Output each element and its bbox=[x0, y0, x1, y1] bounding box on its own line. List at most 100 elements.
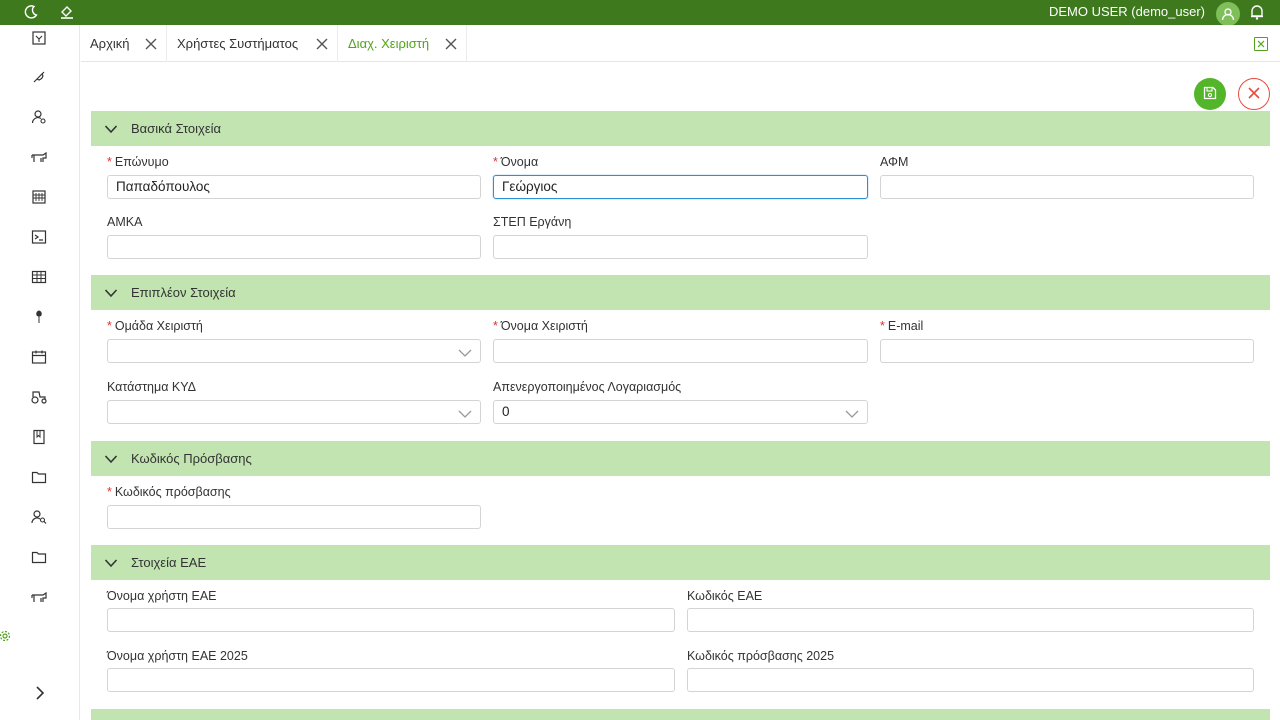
eae-code-label: Κωδικός ΕΑΕ bbox=[687, 589, 763, 603]
save-button[interactable] bbox=[1194, 78, 1226, 110]
next-section-header[interactable] bbox=[91, 709, 1270, 720]
moon-icon[interactable] bbox=[22, 3, 40, 21]
username-field[interactable] bbox=[493, 339, 868, 363]
amka-label: ΑΜΚΑ bbox=[107, 215, 143, 229]
calendar-icon[interactable] bbox=[29, 347, 49, 367]
password-field[interactable] bbox=[107, 505, 481, 529]
eae-code-field[interactable] bbox=[687, 608, 1254, 632]
tab-bar: Αρχική Χρήστες Συστήματος Διαχ. Χειριστή bbox=[81, 25, 1280, 62]
label-text: Κωδικός πρόσβασης bbox=[114, 485, 231, 499]
book-icon[interactable] bbox=[29, 427, 49, 447]
terminal-icon[interactable] bbox=[29, 227, 49, 247]
close-button[interactable] bbox=[1238, 78, 1270, 110]
section-password-header[interactable]: Κωδικός Πρόσβασης bbox=[91, 441, 1270, 476]
user-search-icon[interactable] bbox=[29, 107, 49, 127]
plant-icon[interactable] bbox=[29, 307, 49, 327]
chevron-down-icon[interactable] bbox=[104, 286, 118, 300]
close-icon[interactable] bbox=[315, 37, 329, 51]
tab-label: Αρχική bbox=[90, 36, 130, 51]
label-text: Επώνυμο bbox=[114, 155, 169, 169]
tab-label: Διαχ. Χειριστή bbox=[348, 36, 430, 51]
required-marker: * bbox=[880, 319, 885, 333]
sidebar bbox=[0, 25, 80, 720]
top-bar: DEMO USER (demo_user) bbox=[0, 0, 1280, 26]
tab-home[interactable]: Αρχική bbox=[81, 25, 167, 62]
store-select[interactable] bbox=[107, 400, 481, 424]
required-marker: * bbox=[107, 485, 112, 499]
eae-user-2025-label: Όνομα χρήστη ΕΑΕ 2025 bbox=[107, 649, 248, 663]
folder-icon[interactable] bbox=[29, 467, 49, 487]
afm-field[interactable] bbox=[880, 175, 1254, 199]
label-text: E-mail bbox=[887, 319, 924, 333]
label-text: Όνομα Χειριστή bbox=[500, 319, 588, 333]
password-label: * Κωδικός πρόσβασης bbox=[107, 485, 231, 499]
chevron-down-icon[interactable] bbox=[104, 122, 118, 136]
username-label: * Όνομα Χειριστή bbox=[493, 319, 588, 333]
chevron-down-icon bbox=[458, 346, 472, 357]
disabled-label: Απενεργοποιημένος Λογαριασμός bbox=[493, 380, 682, 394]
email-field[interactable] bbox=[880, 339, 1254, 363]
group-select[interactable] bbox=[107, 339, 481, 363]
building-icon[interactable] bbox=[29, 187, 49, 207]
save-icon bbox=[1203, 86, 1217, 103]
chevron-down-icon bbox=[458, 407, 472, 418]
eae-pass-2025-label: Κωδικός πρόσβασης 2025 bbox=[687, 649, 835, 663]
label-text: Ομάδα Χειριστή bbox=[114, 319, 203, 333]
tab-system-users[interactable]: Χρήστες Συστήματος bbox=[168, 25, 338, 62]
close-icon[interactable] bbox=[444, 37, 458, 51]
livestock-icon[interactable] bbox=[29, 147, 49, 167]
section-basic-header[interactable]: Βασικά Στοιχεία bbox=[91, 111, 1270, 146]
bell-icon[interactable] bbox=[1248, 3, 1266, 21]
email-label: * E-mail bbox=[880, 319, 923, 333]
step-label: ΣΤΕΠ Εργάνη bbox=[493, 215, 572, 229]
surname-field[interactable]: Παπαδόπουλος bbox=[107, 175, 481, 199]
chevron-right-icon[interactable] bbox=[32, 684, 48, 702]
name-label: * Όνομα bbox=[493, 155, 538, 169]
afm-label: ΑΦΜ bbox=[880, 155, 909, 169]
required-marker: * bbox=[107, 155, 112, 169]
tractor-icon[interactable] bbox=[29, 387, 49, 407]
name-field[interactable]: Γεώργιος bbox=[493, 175, 868, 199]
step-field[interactable] bbox=[493, 235, 868, 259]
group-label: * Ομάδα Χειριστή bbox=[107, 319, 203, 333]
tab-label: Χρήστες Συστήματος bbox=[177, 36, 299, 51]
users-search-icon[interactable] bbox=[29, 507, 49, 527]
eae-user-2025-field[interactable] bbox=[107, 668, 675, 692]
register-icon[interactable] bbox=[29, 28, 49, 48]
avatar-icon[interactable] bbox=[1216, 2, 1240, 26]
surname-label: * Επώνυμο bbox=[107, 155, 169, 169]
animal-icon[interactable] bbox=[29, 587, 49, 607]
chevron-down-icon bbox=[845, 407, 859, 418]
surname-value: Παπαδόπουλος bbox=[116, 179, 210, 194]
feather-icon[interactable] bbox=[29, 67, 49, 87]
close-icon[interactable] bbox=[144, 37, 158, 51]
chevron-down-icon[interactable] bbox=[104, 452, 118, 466]
paint-bucket-icon[interactable] bbox=[58, 3, 76, 21]
section-title: Κωδικός Πρόσβασης bbox=[131, 451, 252, 466]
eae-pass-2025-field[interactable] bbox=[687, 668, 1254, 692]
required-marker: * bbox=[493, 319, 498, 333]
amka-field[interactable] bbox=[107, 235, 481, 259]
disabled-value: 0 bbox=[502, 404, 510, 419]
tab-operator-management[interactable]: Διαχ. Χειριστή bbox=[339, 25, 467, 62]
label-text: Όνομα bbox=[500, 155, 539, 169]
chevron-down-icon[interactable] bbox=[104, 556, 118, 570]
folder-icon[interactable] bbox=[29, 547, 49, 567]
section-title: Επιπλέον Στοιχεία bbox=[131, 285, 236, 300]
user-name[interactable]: DEMO USER (demo_user) bbox=[1049, 4, 1205, 19]
section-title: Στοιχεία ΕΑΕ bbox=[131, 555, 207, 570]
section-eae-header[interactable]: Στοιχεία ΕΑΕ bbox=[91, 545, 1270, 580]
eae-user-label: Όνομα χρήστη ΕΑΕ bbox=[107, 589, 217, 603]
table-icon[interactable] bbox=[29, 267, 49, 287]
close-icon bbox=[1246, 85, 1262, 104]
required-marker: * bbox=[493, 155, 498, 169]
close-all-tabs-icon[interactable] bbox=[1254, 37, 1268, 51]
eae-user-field[interactable] bbox=[107, 608, 675, 632]
name-value: Γεώργιος bbox=[502, 179, 558, 194]
required-marker: * bbox=[107, 319, 112, 333]
disabled-select[interactable]: 0 bbox=[493, 400, 868, 424]
section-title: Βασικά Στοιχεία bbox=[131, 121, 222, 136]
gear-icon[interactable] bbox=[0, 629, 12, 643]
store-label: Κατάστημα ΚΥΔ bbox=[107, 380, 197, 394]
section-extra-header[interactable]: Επιπλέον Στοιχεία bbox=[91, 275, 1270, 310]
